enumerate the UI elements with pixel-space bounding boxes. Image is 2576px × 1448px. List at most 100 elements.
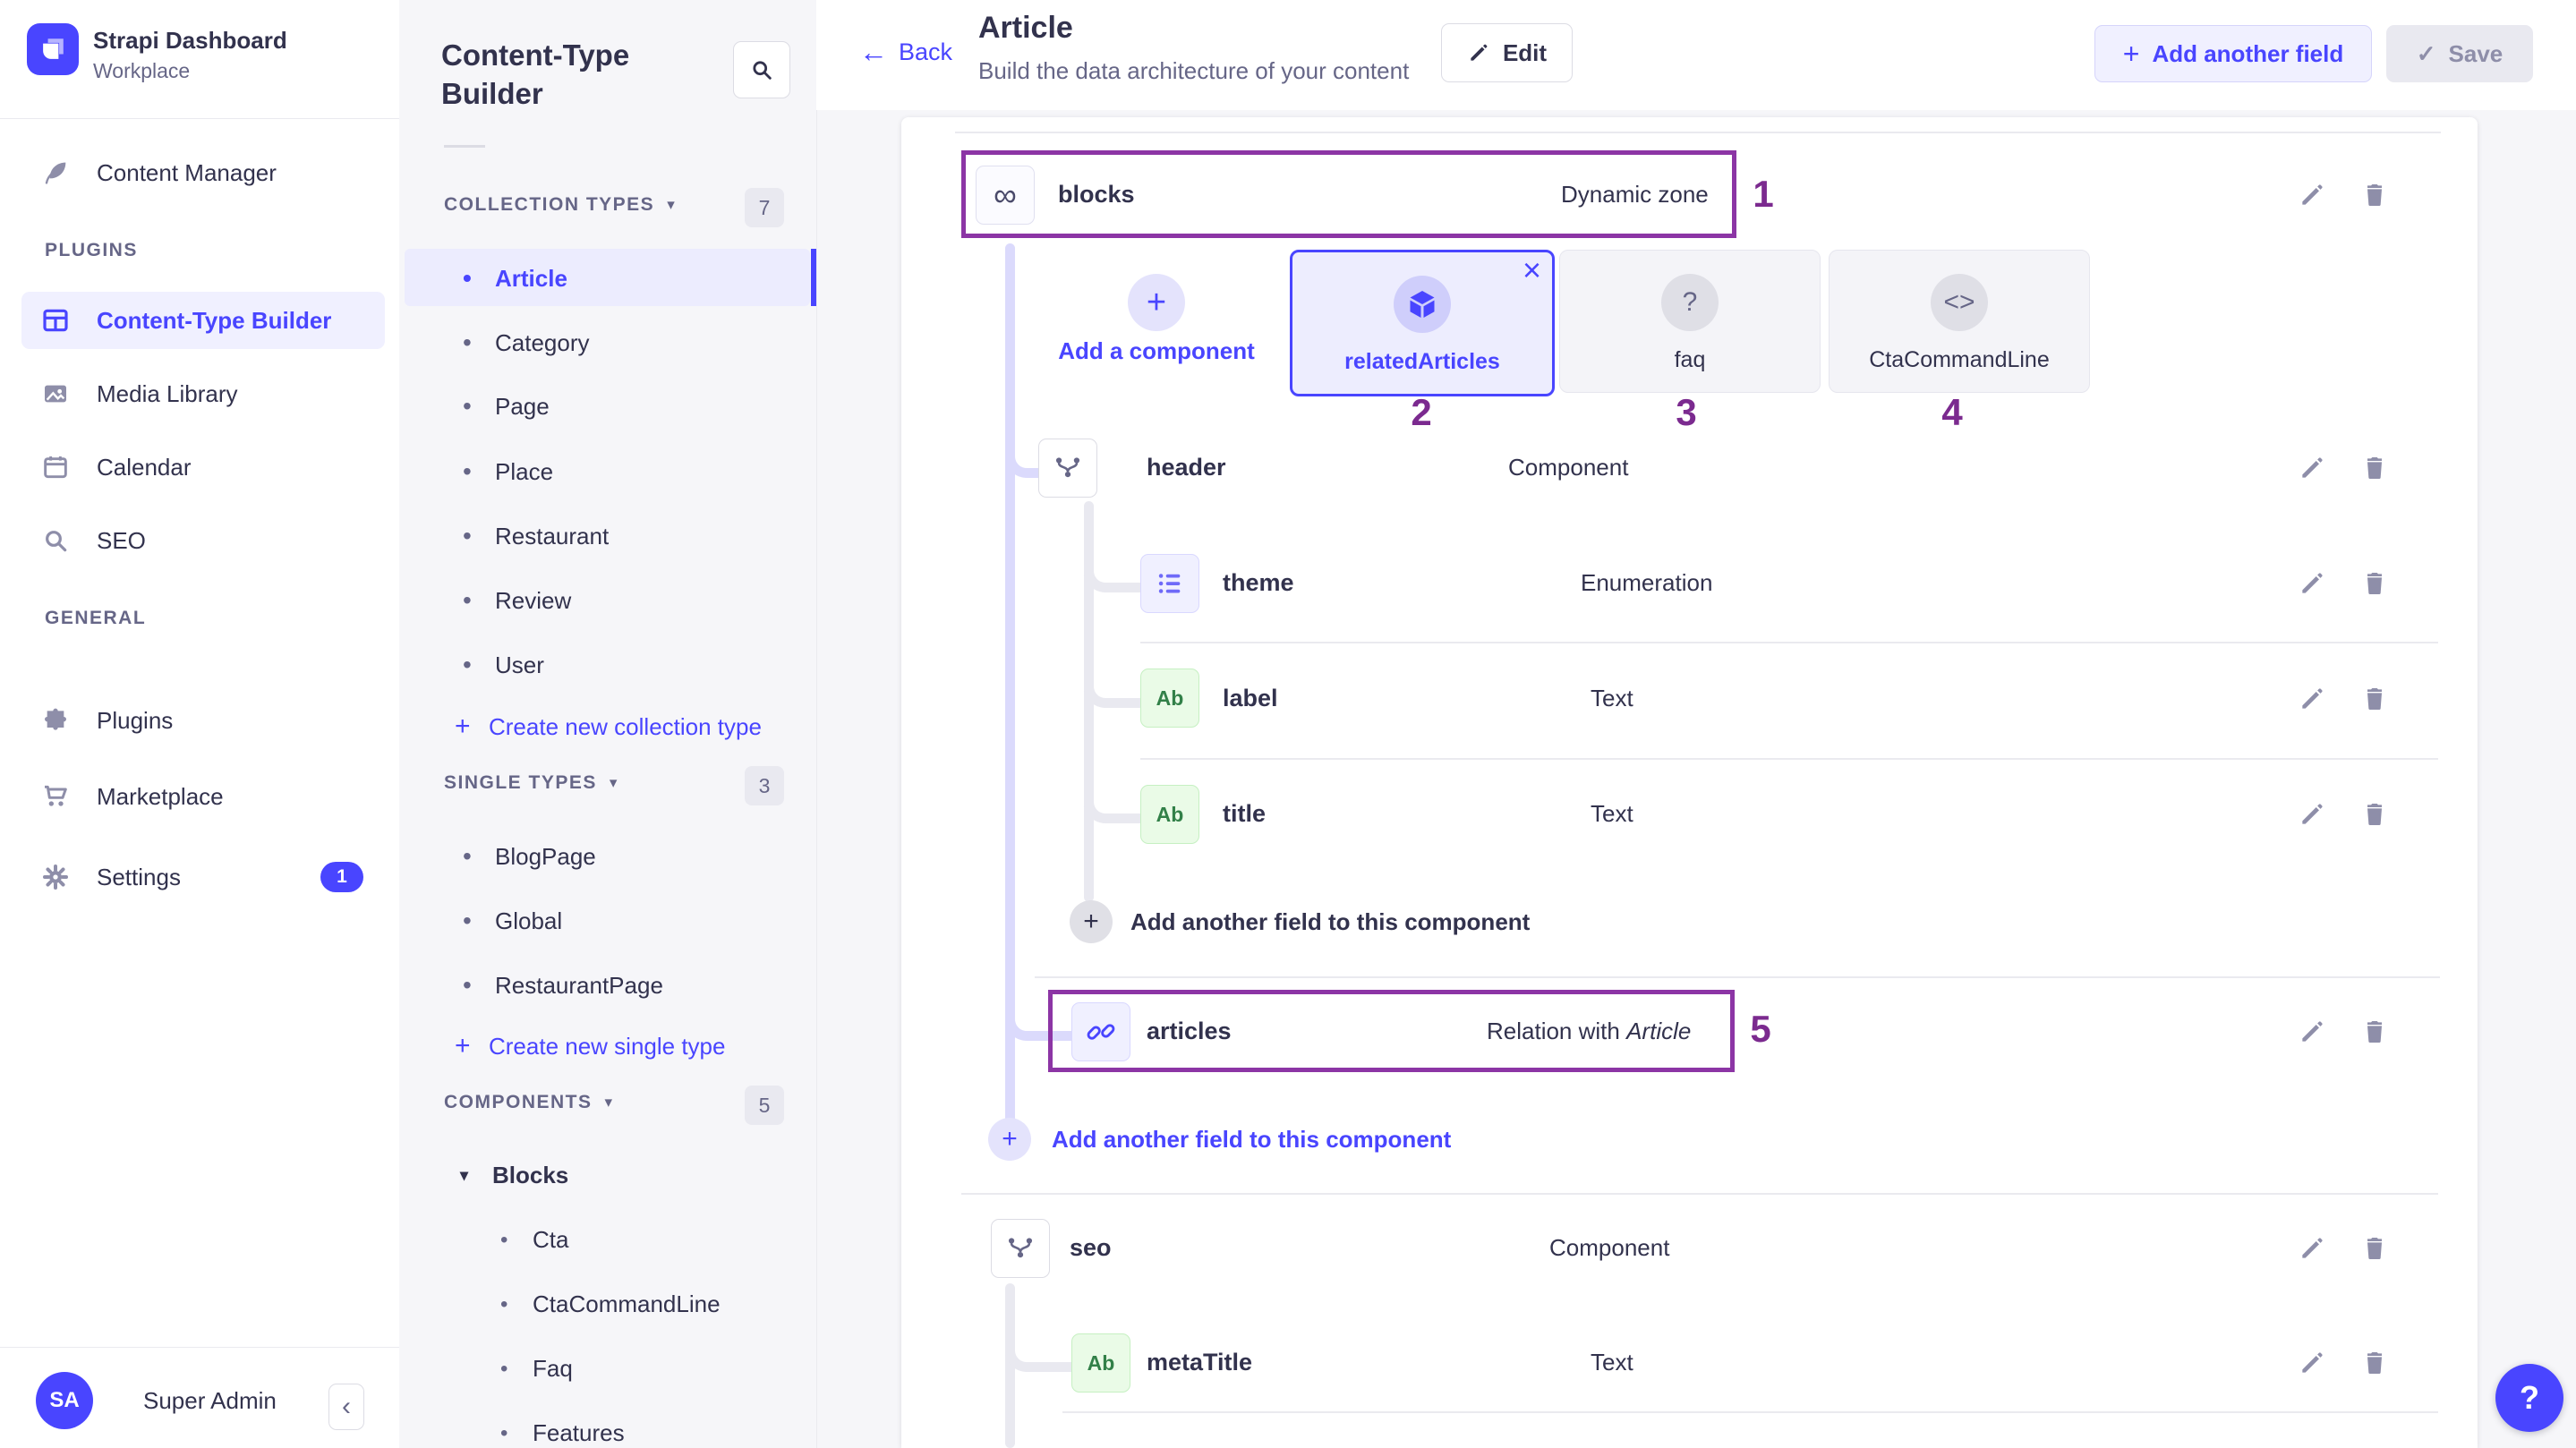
add-field-to-component-button[interactable]: + (1070, 900, 1113, 943)
panel-item-features[interactable]: •Features (500, 1419, 625, 1447)
single-types-header[interactable]: SINGLE TYPES ▾ (444, 772, 617, 794)
bullet-icon: • (500, 1357, 533, 1382)
sidebar-item-plugins[interactable]: Plugins (21, 692, 385, 749)
edit-field-button[interactable] (2298, 1348, 2328, 1378)
panel-item-label: BlogPage (495, 843, 596, 871)
add-field-to-component-label[interactable]: Add another field to this component (1052, 1126, 1451, 1153)
bullet-icon: • (463, 457, 495, 486)
panel-item-global[interactable]: •Global (463, 907, 562, 935)
bullet-icon: • (463, 522, 495, 550)
panel-item-restaurantpage[interactable]: •RestaurantPage (463, 971, 663, 1000)
user-name: Super Admin (143, 1387, 277, 1415)
edit-field-button[interactable] (2298, 799, 2328, 830)
delete-field-button[interactable] (2360, 684, 2391, 714)
text-field-icon: Ab (1140, 669, 1199, 728)
panel-item-ctacommandline[interactable]: •CtaCommandLine (500, 1290, 721, 1318)
field-name: theme (1223, 569, 1294, 596)
panel-item-user[interactable]: •User (463, 651, 544, 679)
workspace-name: Workplace (93, 59, 190, 83)
sidebar-item-label: Settings (97, 864, 181, 891)
divider (1062, 1411, 2438, 1413)
back-link[interactable]: ← Back (859, 36, 952, 69)
panel-item-label: Faq (533, 1355, 573, 1383)
sidebar-item-content-manager[interactable]: Content Manager (21, 144, 385, 201)
add-another-field-button[interactable]: + Add another field (2094, 25, 2372, 82)
help-button[interactable]: ? (2495, 1364, 2563, 1432)
panel-item-label: Place (495, 458, 553, 486)
bullet-icon: • (463, 392, 495, 421)
collapse-sidebar-button[interactable]: ‹ (328, 1384, 364, 1430)
field-type: Text (1591, 685, 1633, 711)
sidebar-item-label: Media Library (97, 380, 238, 408)
field-name: blocks (1058, 181, 1135, 208)
edit-field-button[interactable] (2298, 180, 2328, 210)
delete-field-button[interactable] (2360, 1233, 2391, 1264)
panel-item-page[interactable]: •Page (463, 392, 550, 421)
edit-field-button[interactable] (2298, 1017, 2328, 1047)
sidebar-item-content-type-builder[interactable]: Content-Type Builder (21, 292, 385, 349)
avatar[interactable]: SA (36, 1372, 93, 1429)
plus-icon: + (455, 1031, 489, 1061)
edit-field-button[interactable] (2298, 453, 2328, 483)
feather-icon (41, 158, 70, 187)
sidebar-item-marketplace[interactable]: Marketplace (21, 768, 385, 825)
sidebar-item-label: SEO (97, 527, 146, 555)
panel-item-blogpage[interactable]: •BlogPage (463, 842, 596, 871)
field-name: articles (1147, 1018, 1232, 1044)
divider (961, 1193, 2438, 1195)
panel-item-faq[interactable]: •Faq (500, 1355, 573, 1383)
delete-field-button[interactable] (2360, 453, 2391, 483)
add-field-to-component-label[interactable]: Add another field to this component (1130, 908, 1530, 935)
edit-button[interactable]: Edit (1441, 23, 1573, 82)
add-field-to-component-button[interactable]: + (988, 1118, 1031, 1161)
sidebar-item-seo[interactable]: SEO (21, 512, 385, 569)
edit-field-button[interactable] (2298, 1233, 2328, 1264)
delete-field-button[interactable] (2360, 180, 2391, 210)
divider (1035, 976, 2440, 978)
save-button[interactable]: ✓ Save (2386, 25, 2533, 82)
bullet-icon: • (500, 1421, 533, 1446)
panel-item-article[interactable]: •Article (463, 264, 567, 293)
edit-field-button[interactable] (2298, 684, 2328, 714)
annotation-number-3: 3 (1659, 393, 1713, 432)
save-label: Save (2449, 40, 2503, 68)
annotation-number-4: 4 (1925, 393, 1979, 432)
sidebar-item-calendar[interactable]: Calendar (21, 439, 385, 496)
component-card-faq[interactable]: ? faq (1559, 250, 1821, 393)
panel-item-label: Features (533, 1419, 625, 1447)
field-name: header (1147, 454, 1226, 481)
panel-item-review[interactable]: •Review (463, 586, 571, 615)
component-group-label: Blocks (492, 1162, 568, 1189)
app-title: Strapi Dashboard (93, 27, 287, 55)
component-card-ctacommandline[interactable]: <> CtaCommandLine (1829, 250, 2090, 393)
collection-types-header[interactable]: COLLECTION TYPES ▾ (444, 194, 675, 216)
puzzle-icon (41, 706, 70, 735)
create-collection-type-link[interactable]: +Create new collection type (455, 711, 762, 742)
close-icon[interactable]: × (1523, 254, 1541, 286)
panel-item-cta[interactable]: •Cta (500, 1226, 568, 1254)
panel-item-place[interactable]: •Place (463, 457, 553, 486)
back-label: Back (899, 38, 952, 66)
create-single-type-link[interactable]: +Create new single type (455, 1031, 725, 1061)
panel-title: Content-Type Builder (441, 36, 710, 113)
infinity-icon: ∞ (994, 176, 1017, 214)
panel-item-restaurant[interactable]: •Restaurant (463, 522, 609, 550)
delete-field-button[interactable] (2360, 568, 2391, 599)
components-header[interactable]: COMPONENTS ▾ (444, 1092, 612, 1113)
component-card-relatedarticles[interactable]: × relatedArticles (1290, 250, 1555, 396)
divider (0, 1347, 399, 1348)
divider (1140, 642, 2438, 643)
edit-field-button[interactable] (2298, 568, 2328, 599)
bullet-icon: • (500, 1228, 533, 1253)
delete-field-button[interactable] (2360, 799, 2391, 830)
delete-field-button[interactable] (2360, 1348, 2391, 1378)
cube-icon (1394, 276, 1451, 333)
delete-field-button[interactable] (2360, 1017, 2391, 1047)
add-component-button[interactable]: + (1128, 274, 1185, 331)
component-group-blocks[interactable]: ▾Blocks (460, 1162, 568, 1189)
pencil-icon (1467, 41, 1490, 64)
search-button[interactable] (733, 41, 790, 98)
panel-item-category[interactable]: •Category (463, 328, 590, 357)
field-type: Dynamic zone (1561, 181, 1709, 208)
sidebar-item-media-library[interactable]: Media Library (21, 365, 385, 422)
